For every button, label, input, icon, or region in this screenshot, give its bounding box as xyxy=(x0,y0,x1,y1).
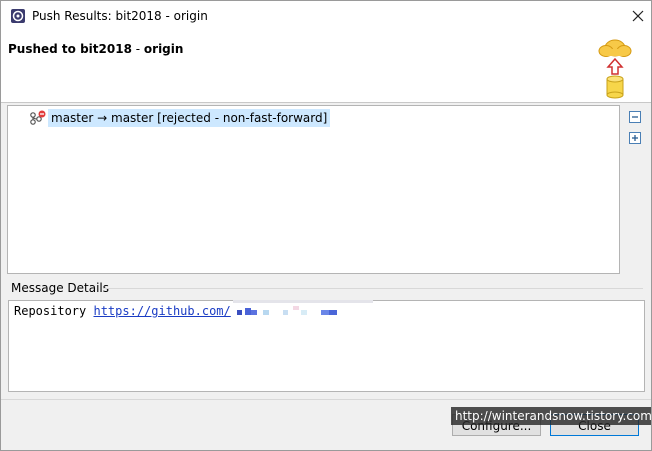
expand-all-icon xyxy=(629,132,641,144)
redacted-repository-path xyxy=(231,299,373,319)
message-details-divider xyxy=(103,288,643,289)
collapse-all-icon xyxy=(629,111,641,123)
header-branch: Pushed to bit2018 xyxy=(8,42,132,56)
button-bar-divider xyxy=(1,399,651,400)
message-details-label: Message Details xyxy=(11,281,110,295)
dialog-header: Pushed to bit2018 - origin xyxy=(1,32,651,103)
title-bar: Push Results: bit2018 - origin xyxy=(1,1,651,32)
header-remote: origin xyxy=(143,42,184,56)
watermark-text: http://winterandsnow.tistory.com xyxy=(451,407,651,425)
repository-label: Repository xyxy=(14,304,87,318)
push-results-dialog: Push Results: bit2018 - origin Pushed to… xyxy=(0,0,652,451)
eclipse-app-icon xyxy=(11,9,25,23)
ref-rejected-icon xyxy=(30,110,46,125)
window-title: Push Results: bit2018 - origin xyxy=(32,9,208,23)
header-separator: - xyxy=(131,42,144,56)
push-results-tree[interactable]: master → master [rejected - non-fast-for… xyxy=(7,105,620,274)
tree-row-label: master → master [rejected - non-fast-for… xyxy=(48,109,331,127)
header-title: Pushed to bit2018 - origin xyxy=(8,42,183,56)
message-details-box[interactable]: Repository https://github.com/ xyxy=(8,299,645,392)
push-to-cloud-banner-icon xyxy=(598,39,632,99)
repository-link[interactable]: https://github.com/ xyxy=(93,304,230,318)
close-window-icon[interactable] xyxy=(627,5,649,27)
tree-row[interactable]: master → master [rejected - non-fast-for… xyxy=(28,109,331,127)
expand-all-button[interactable] xyxy=(628,131,642,145)
message-details-text: Repository https://github.com/ xyxy=(14,299,373,319)
collapse-all-button[interactable] xyxy=(628,110,642,124)
